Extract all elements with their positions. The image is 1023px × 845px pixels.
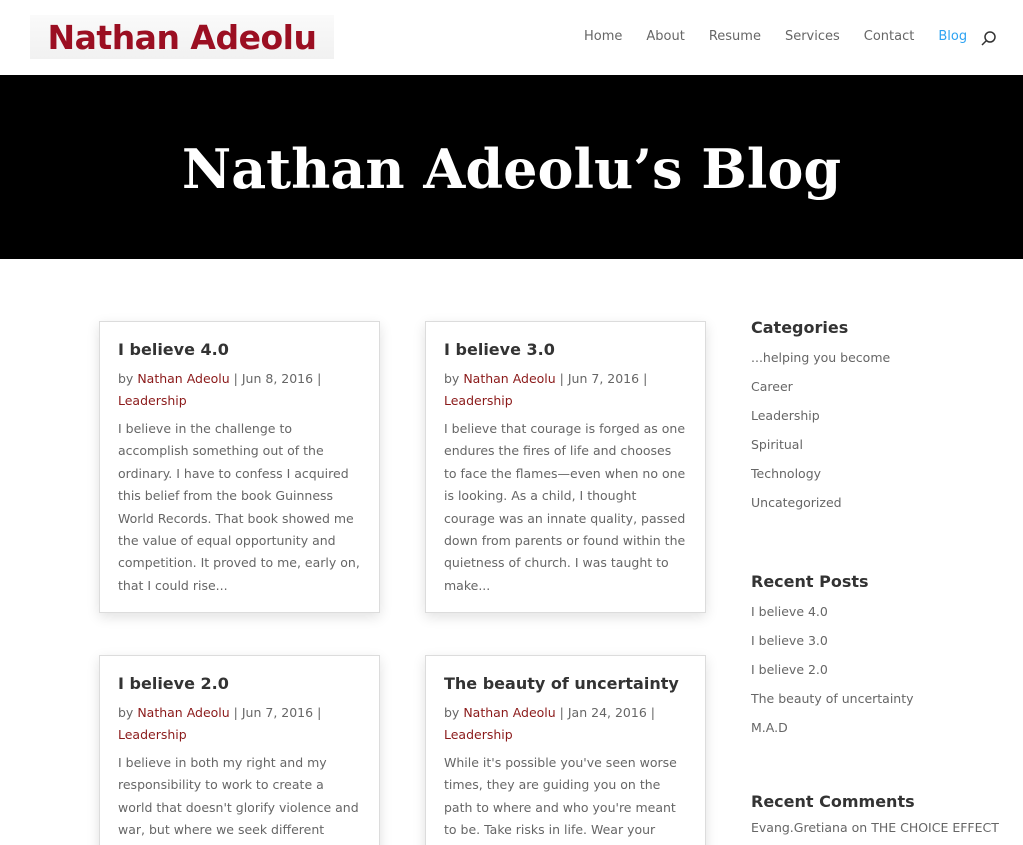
post-meta: by Nathan Adeolu | Jan 24, 2016 | Leader…: [444, 702, 687, 746]
meta-by: by: [118, 705, 138, 720]
post-author-link[interactable]: Nathan Adeolu: [137, 705, 229, 720]
logo-text: Nathan Adeolu: [47, 17, 317, 57]
category-item[interactable]: Technology: [751, 459, 1001, 488]
post-date: Jan 24, 2016: [567, 705, 647, 720]
category-item[interactable]: ...helping you become: [751, 343, 1001, 372]
post-card: I believe 3.0 by Nathan Adeolu | Jun 7, …: [425, 321, 706, 613]
categories-list: ...helping you become Career Leadership …: [751, 343, 1001, 517]
nav-resume[interactable]: Resume: [709, 29, 761, 44]
nav-contact[interactable]: Contact: [864, 29, 915, 44]
post-category-link[interactable]: Leadership: [118, 727, 187, 742]
widget-title-categories: Categories: [751, 318, 849, 337]
post-card: I believe 4.0 by Nathan Adeolu | Jun 8, …: [99, 321, 380, 613]
recent-post-item[interactable]: I believe 3.0: [751, 626, 1001, 655]
search-icon[interactable]: [980, 30, 998, 48]
comment-on-text: on: [847, 820, 872, 835]
category-item[interactable]: Uncategorized: [751, 488, 1001, 517]
category-item[interactable]: Leadership: [751, 401, 1001, 430]
post-author-link[interactable]: Nathan Adeolu: [463, 705, 555, 720]
meta-separator: |: [229, 705, 242, 720]
recent-post-item[interactable]: M.A.D: [751, 713, 1001, 742]
nav-about[interactable]: About: [646, 29, 684, 44]
sidebar: Categories ...helping you become Career …: [751, 318, 1001, 839]
post-excerpt: I believe in both my right and my respon…: [118, 755, 359, 845]
post-date: Jun 7, 2016: [567, 371, 640, 386]
comment-post-link[interactable]: THE CHOICE EFFECT: [871, 820, 999, 835]
post-card: I believe 2.0 by Nathan Adeolu | Jun 7, …: [99, 655, 380, 845]
post-category-link[interactable]: Leadership: [444, 727, 513, 742]
post-title[interactable]: I believe 2.0: [118, 674, 361, 693]
recent-posts-list: I believe 4.0 I believe 3.0 I believe 2.…: [751, 597, 1001, 742]
category-item[interactable]: Career: [751, 372, 1001, 401]
post-date: Jun 8, 2016: [241, 371, 314, 386]
recent-post-item[interactable]: The beauty of uncertainty: [751, 684, 1001, 713]
category-item[interactable]: Spiritual: [751, 430, 1001, 459]
nav-home[interactable]: Home: [584, 29, 622, 44]
post-date: Jun 7, 2016: [241, 705, 314, 720]
recent-comments-widget: Recent Comments Evang.Gretiana on THE CH…: [751, 792, 1001, 839]
meta-separator: |: [313, 705, 322, 720]
recent-post-item[interactable]: I believe 2.0: [751, 655, 1001, 684]
post-title[interactable]: I believe 3.0: [444, 340, 687, 359]
post-meta: by Nathan Adeolu | Jun 8, 2016 | Leaders…: [118, 368, 361, 412]
meta-separator: |: [555, 705, 568, 720]
widget-title-recent-posts: Recent Posts: [751, 572, 869, 591]
post-excerpt: I believe that courage is forged as one …: [444, 421, 686, 593]
nav-blog[interactable]: Blog: [938, 29, 967, 44]
post-card: The beauty of uncertainty by Nathan Adeo…: [425, 655, 706, 845]
post-category-link[interactable]: Leadership: [444, 393, 513, 408]
meta-separator: |: [313, 371, 322, 386]
recent-post-item[interactable]: I believe 4.0: [751, 597, 1001, 626]
meta-separator: |: [646, 705, 655, 720]
meta-separator: |: [229, 371, 242, 386]
post-title[interactable]: I believe 4.0: [118, 340, 361, 359]
main-nav: Home About Resume Services Contact Blog: [584, 29, 991, 44]
post-title[interactable]: The beauty of uncertainty: [444, 674, 687, 693]
post-meta: by Nathan Adeolu | Jun 7, 2016 | Leaders…: [444, 368, 687, 412]
meta-by: by: [444, 705, 464, 720]
post-author-link[interactable]: Nathan Adeolu: [463, 371, 555, 386]
meta-by: by: [118, 371, 138, 386]
post-meta: by Nathan Adeolu | Jun 7, 2016 | Leaders…: [118, 702, 361, 746]
page-title: Nathan Adeolu’s Blog: [181, 137, 842, 201]
hero-banner: Nathan Adeolu’s Blog: [0, 75, 1023, 259]
widget-title-recent-comments: Recent Comments: [751, 792, 915, 811]
comment-author[interactable]: Evang.Gretiana: [751, 820, 848, 835]
nav-services[interactable]: Services: [785, 29, 840, 44]
site-header: Nathan Adeolu Home About Resume Services…: [0, 0, 1023, 75]
post-excerpt: While it's possible you've seen worse ti…: [444, 755, 677, 845]
post-excerpt: I believe in the challenge to accomplish…: [118, 421, 360, 593]
recent-posts-widget: Recent Posts I believe 4.0 I believe 3.0…: [751, 572, 1001, 742]
meta-separator: |: [639, 371, 648, 386]
meta-separator: |: [555, 371, 568, 386]
categories-widget: Categories ...helping you become Career …: [751, 318, 1001, 517]
site-logo[interactable]: Nathan Adeolu: [30, 15, 334, 59]
post-category-link[interactable]: Leadership: [118, 393, 187, 408]
post-author-link[interactable]: Nathan Adeolu: [137, 371, 229, 386]
meta-by: by: [444, 371, 464, 386]
recent-comment-item: Evang.Gretiana on THE CHOICE EFFECT: [751, 817, 1001, 839]
